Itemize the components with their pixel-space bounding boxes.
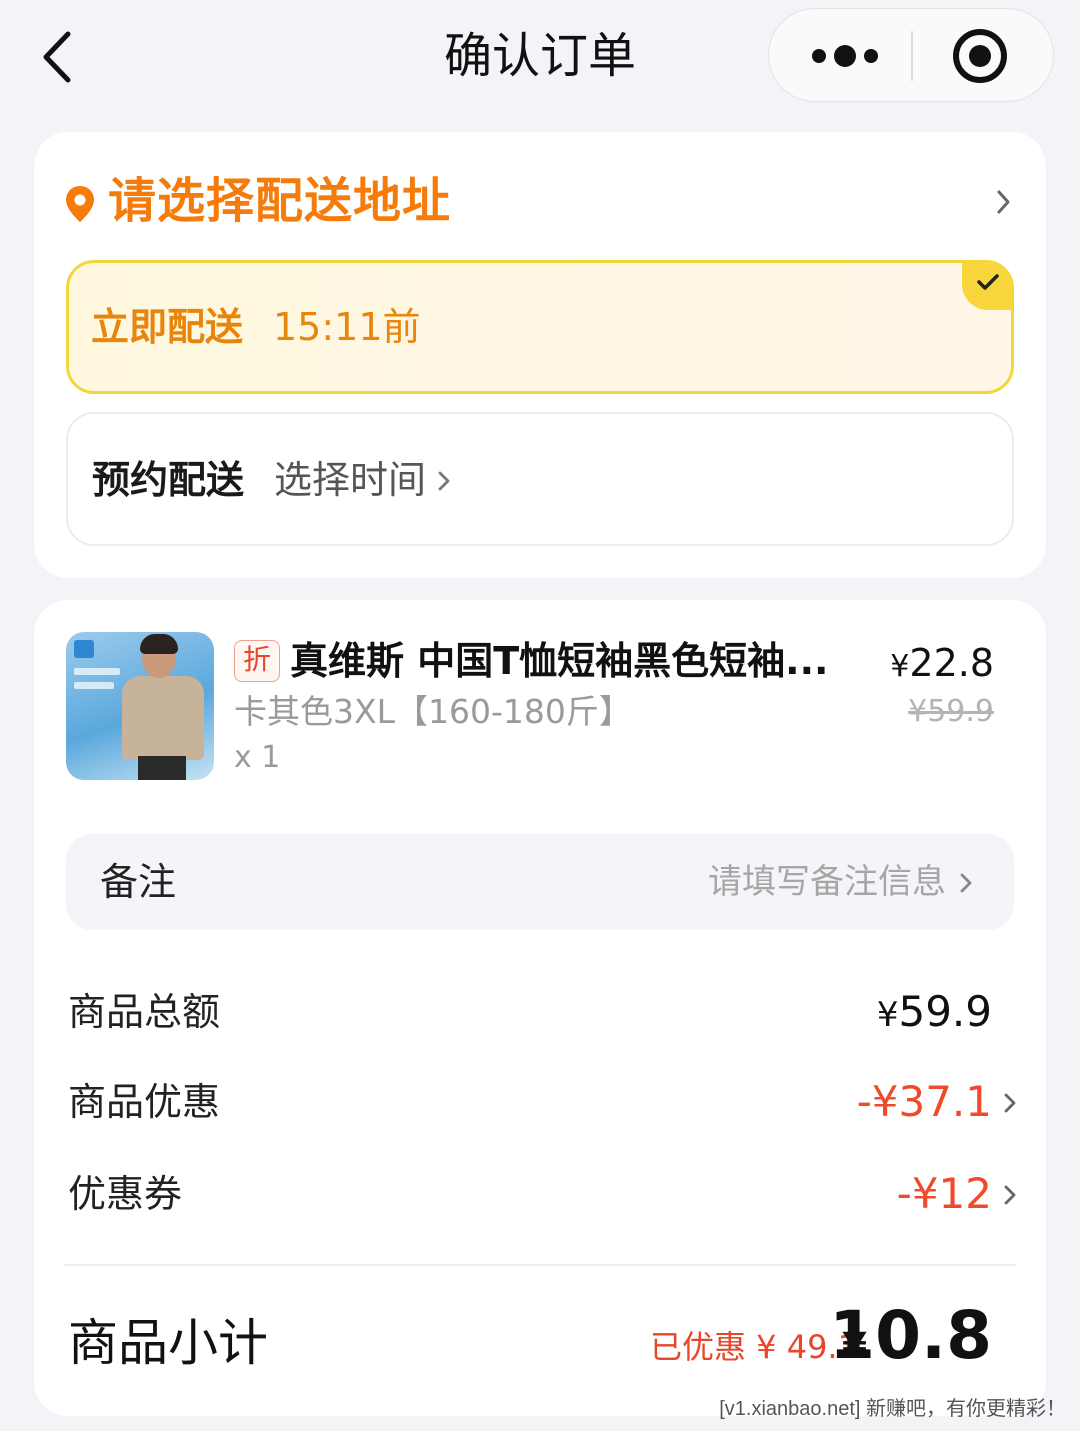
subtotal-amount: 10.8: [829, 1297, 992, 1374]
chevron-right-icon: [438, 471, 450, 491]
divider: [64, 1264, 1016, 1266]
coupon-label: 优惠券: [68, 1172, 183, 1216]
target-close-icon: [953, 29, 1007, 83]
original-price: ¥59.9: [908, 694, 994, 729]
product-image[interactable]: [66, 632, 214, 780]
chevron-right-icon: [997, 190, 1010, 214]
delivery-card: 请选择配送地址 立即配送 15:11前 预约配送 选择时间: [34, 132, 1046, 578]
address-prompt: 请选择配送地址: [108, 173, 452, 229]
goods-total-label: 商品总额: [68, 990, 221, 1034]
product-sku: 卡其色3XL【160-180斤】: [234, 692, 632, 731]
more-dots-icon: [812, 45, 878, 67]
schedule-delivery-option[interactable]: 预约配送 选择时间: [66, 412, 1014, 546]
remark-row[interactable]: 备注 请填写备注信息: [66, 834, 1014, 930]
goods-discount-value: -¥37.1: [856, 1077, 992, 1126]
subtotal-saved-amount: 已优惠 ¥ 49.1: [650, 1328, 858, 1366]
subtotal-label: 商品小计: [68, 1314, 268, 1372]
watermark: [v1.xianbao.net] 新赚吧，有你更精彩！: [719, 1398, 1066, 1420]
goods-discount-label: 商品优惠: [68, 1080, 221, 1124]
coupon-value: -¥12: [896, 1169, 992, 1218]
product-price: ¥22.8: [890, 638, 994, 692]
chevron-right-icon: [1004, 1185, 1016, 1205]
location-pin-icon: [66, 186, 94, 222]
coupon-row[interactable]: 优惠券 -¥12: [68, 1164, 1016, 1224]
brand-logo-icon: [74, 640, 94, 658]
header-bar: 确认订单: [0, 0, 1080, 112]
goods-total-value: ¥59.9: [876, 987, 992, 1036]
capsule-divider: [911, 31, 913, 81]
deliver-now-time: 15:11前: [273, 305, 421, 349]
select-address-row[interactable]: 请选择配送地址: [64, 166, 1016, 236]
more-button[interactable]: [799, 27, 899, 85]
product-price-value: 22.8: [909, 641, 994, 685]
remark-placeholder: 请填写备注信息: [708, 862, 946, 902]
mini-program-capsule: [768, 8, 1054, 102]
product-quantity: x 1: [234, 740, 281, 775]
product-name[interactable]: 真维斯 中国T恤短袖黑色短袖...: [290, 636, 850, 686]
schedule-delivery-label: 预约配送: [92, 458, 245, 502]
remark-label: 备注: [100, 860, 177, 904]
close-button[interactable]: [949, 25, 1011, 87]
goods-discount-row[interactable]: 商品优惠 -¥37.1: [68, 1072, 1016, 1132]
check-icon: [977, 274, 999, 290]
chevron-right-icon: [1004, 1093, 1016, 1113]
discount-tag: 折: [234, 640, 280, 682]
deliver-now-option[interactable]: 立即配送 15:11前: [66, 260, 1014, 394]
goods-total-row: 商品总额 ¥59.9: [68, 982, 1016, 1042]
order-card: 折 真维斯 中国T恤短袖黑色短袖... 卡其色3XL【160-180斤】 x 1…: [34, 600, 1046, 1416]
currency-symbol: ¥: [890, 649, 910, 684]
chevron-right-icon: [960, 873, 972, 893]
select-time-link[interactable]: 选择时间: [274, 454, 426, 506]
deliver-now-label: 立即配送: [91, 305, 244, 349]
selected-badge: [962, 263, 1011, 310]
